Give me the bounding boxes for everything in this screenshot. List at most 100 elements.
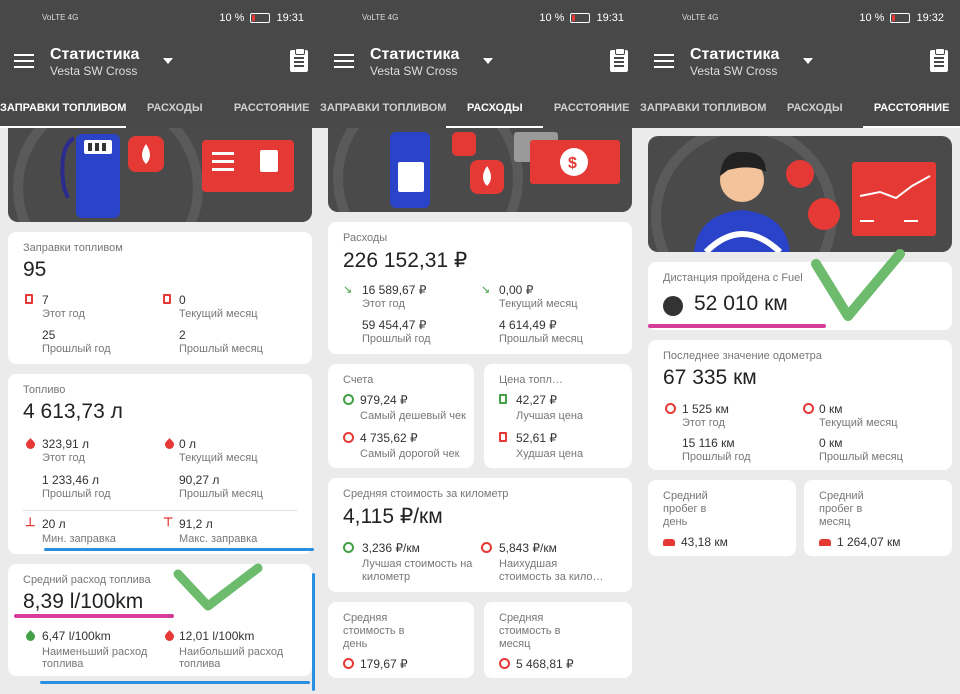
coin-icon — [499, 658, 510, 669]
menu-icon[interactable] — [334, 54, 354, 70]
odometer-card[interactable]: Последнее значение одометра 67 335 км 1 … — [648, 340, 952, 470]
tab-bar: ЗАПРАВКИ ТОПЛИВОМ РАСХОДЫ РАССТОЯНИЕ — [320, 86, 640, 128]
card-label: пробег в — [819, 503, 863, 515]
tab-bar: ЗАПРАВКИ ТОПЛИВОМ РАСХОДЫ РАССТОЯНИЕ — [0, 86, 320, 128]
tab-distance[interactable]: РАССТОЯНИЕ — [863, 86, 960, 128]
clipboard-icon[interactable] — [610, 48, 628, 72]
distance-banner-illustration — [648, 136, 952, 252]
tab-distance[interactable]: РАССТОЯНИЕ — [223, 86, 320, 128]
checkmark-icon — [811, 249, 905, 321]
card-value: 4,115 ₽/км — [343, 505, 443, 528]
speedometer-icon — [665, 403, 676, 414]
card-label: Заправки топливом — [23, 242, 123, 254]
card-value: 1 264,07 км — [837, 535, 901, 549]
vehicle-selector[interactable]: Статистика Vesta SW Cross — [50, 46, 139, 78]
tab-fuel[interactable]: ЗАПРАВКИ ТОПЛИВОМ — [0, 86, 127, 128]
cost-per-km-card[interactable]: Средняя стоимость за километр 4,115 ₽/км… — [328, 478, 632, 592]
bills-card[interactable]: Счета 979,24 ₽ Самый дешевый чек 4 735,6… — [328, 364, 474, 468]
chevron-down-icon[interactable] — [483, 58, 493, 64]
mileage-per-day-card[interactable]: Средний пробег в день 43,18 км — [648, 480, 796, 556]
prev-month-value: 0 км — [819, 436, 843, 450]
app-bar: Статистика Vesta SW Cross — [640, 38, 960, 86]
coin-icon — [343, 432, 354, 443]
cost-per-day-card[interactable]: Средняя стоимость в день 179,67 ₽ — [328, 602, 474, 678]
costs-total-card[interactable]: Расходы 226 152,31 ₽ ↘ 16 589,67 ₽ Этот … — [328, 222, 632, 354]
cost-per-month-card[interactable]: Средняя стоимость в месяц 5 468,81 ₽ — [484, 602, 632, 678]
fuel-drop-icon — [163, 630, 176, 643]
vehicle-name: Vesta SW Cross — [690, 64, 778, 78]
worst-label: стоимость за кило… — [499, 571, 604, 583]
year-value: 16 589,67 ₽ — [362, 283, 427, 297]
worst-label: Наихудшая — [499, 558, 558, 570]
month-value: 0 км — [819, 402, 843, 416]
speedometer-icon — [803, 403, 814, 414]
tab-costs[interactable]: РАСХОДЫ — [766, 86, 863, 128]
battery-icon — [890, 13, 911, 23]
prev-month-label: Прошлый месяц — [819, 451, 903, 463]
app-title: Статистика — [50, 46, 140, 63]
network-indicator: VoLTE 4G — [362, 13, 399, 22]
fuel-drop-icon — [24, 438, 37, 451]
card-value: 5 468,81 ₽ — [516, 657, 574, 671]
dearest-value: 4 735,62 ₽ — [360, 431, 418, 445]
annotation-underline — [44, 548, 314, 551]
prev-year-value: 25 — [42, 328, 56, 342]
chevron-down-icon[interactable] — [163, 58, 173, 64]
worst-price-label: Худшая цена — [516, 448, 584, 460]
card-value: 4 613,73 л — [23, 400, 123, 423]
fuel-drop-icon — [163, 438, 176, 451]
clock: 19:32 — [916, 12, 944, 24]
battery-icon — [570, 13, 591, 23]
best-price-value: 42,27 ₽ — [516, 393, 557, 407]
best-label: километр — [362, 571, 411, 583]
trend-down-icon: ↘ — [481, 284, 491, 296]
odometer-icon — [663, 296, 683, 316]
clipboard-icon[interactable] — [930, 48, 948, 72]
year-label: Этот год — [682, 417, 725, 429]
car-icon — [663, 539, 675, 546]
clipboard-icon[interactable] — [290, 48, 308, 72]
card-label: Средняя — [499, 612, 544, 624]
annotation-underline — [14, 614, 174, 618]
card-value: 43,18 км — [681, 535, 728, 549]
svg-text:$: $ — [568, 155, 577, 172]
clock: 19:31 — [276, 12, 304, 24]
card-label: Топливо — [23, 384, 66, 396]
year-value: 323,91 л — [42, 437, 90, 451]
menu-icon[interactable] — [654, 54, 674, 70]
tab-costs[interactable]: РАСХОДЫ — [126, 86, 223, 128]
tab-costs[interactable]: РАСХОДЫ — [446, 86, 544, 128]
vehicle-selector[interactable]: Статистика Vesta SW Cross — [690, 46, 779, 78]
coin-icon — [343, 658, 354, 669]
tab-fuel[interactable]: ЗАПРАВКИ ТОПЛИВОМ — [640, 86, 766, 128]
card-label: стоимость в — [343, 625, 405, 637]
mileage-per-month-card[interactable]: Средний пробег в месяц 1 264,07 км — [804, 480, 952, 556]
fuel-banner-illustration — [8, 128, 312, 222]
coin-icon — [481, 542, 492, 553]
avg-consumption-card[interactable]: Средний расход топлива 8,39 l/100km 6,47… — [8, 564, 312, 676]
month-value: 0 — [179, 293, 186, 307]
tab-fuel[interactable]: ЗАПРАВКИ ТОПЛИВОМ — [320, 86, 446, 128]
chevron-down-icon[interactable] — [803, 58, 813, 64]
card-label: месяц — [819, 516, 851, 528]
fuel-price-card[interactable]: Цена топл… 42,27 ₽ Лучшая цена 52,61 ₽ Х… — [484, 364, 632, 468]
vehicle-selector[interactable]: Статистика Vesta SW Cross — [370, 46, 459, 78]
card-label: день — [663, 516, 688, 528]
card-label: Средний — [663, 490, 708, 502]
max-label: Наибольший расход топлива — [179, 646, 284, 670]
fuel-pump-icon — [163, 294, 171, 304]
card-label: месяц — [499, 638, 531, 650]
menu-icon[interactable] — [14, 54, 34, 70]
fuel-volume-card[interactable]: Топливо 4 613,73 л 323,91 л Этот год 1 2… — [8, 374, 312, 554]
year-label: Этот год — [362, 298, 405, 310]
month-label: Текущий месяц — [819, 417, 898, 429]
prev-month-value: 4 614,49 ₽ — [499, 318, 557, 332]
refuels-card[interactable]: Заправки топливом 95 7 Этот год 25 Прошл… — [8, 232, 312, 364]
min-label: Наименьший расход топлива — [42, 646, 148, 670]
tab-distance[interactable]: РАССТОЯНИЕ — [543, 86, 640, 128]
month-value: 0,00 ₽ — [499, 283, 534, 297]
min-value: 20 л — [42, 517, 66, 531]
cheapest-value: 979,24 ₽ — [360, 393, 408, 407]
prev-year-label: Прошлый год — [682, 451, 751, 463]
annotation-underline — [648, 324, 826, 328]
